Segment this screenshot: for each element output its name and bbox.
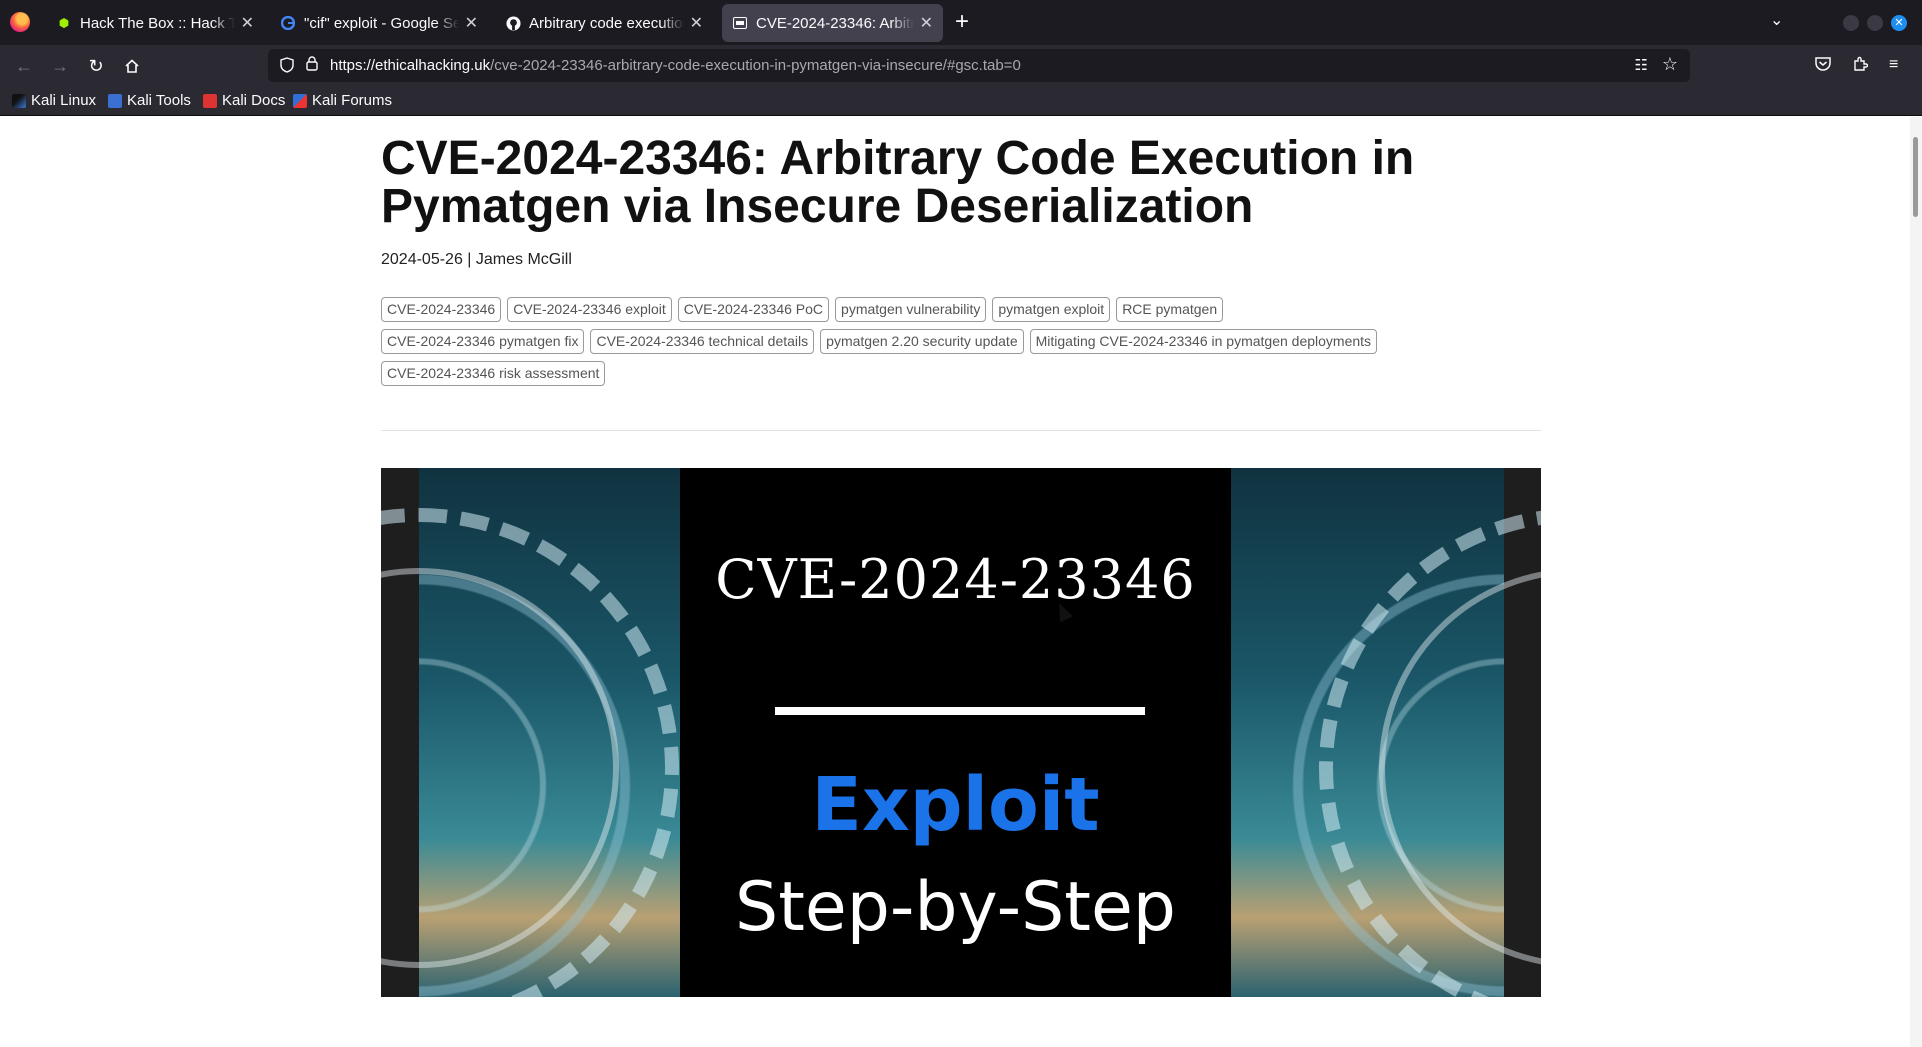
- section-divider: [381, 430, 1541, 431]
- tag-link[interactable]: CVE-2024-23346 risk assessment: [381, 361, 606, 386]
- firefox-menu-icon[interactable]: [10, 12, 30, 32]
- kali-linux-icon: [12, 93, 26, 108]
- minimize-window-icon[interactable]: [1843, 15, 1859, 31]
- tag-link[interactable]: CVE-2024-23346 PoC: [677, 297, 830, 322]
- google-icon: [280, 15, 296, 31]
- tag-link[interactable]: pymatgen vulnerability: [835, 297, 987, 322]
- extensions-icon[interactable]: [1852, 56, 1869, 77]
- tag-link[interactable]: CVE-2024-23346 exploit: [507, 297, 672, 322]
- tab-title: Hack The Box :: Hack The Box: [80, 14, 235, 32]
- close-tab-icon[interactable]: ✕: [465, 13, 478, 33]
- tab-title: "cif" exploit - Google Search: [304, 14, 459, 32]
- tag-link[interactable]: Mitigating CVE-2024-23346 in pymatgen de…: [1029, 329, 1378, 354]
- tag-link[interactable]: RCE pymatgen: [1116, 297, 1224, 322]
- bookmark-label: Kali Linux: [31, 92, 97, 109]
- new-tab-icon[interactable]: +: [955, 10, 969, 34]
- reload-icon[interactable]: ↻: [85, 55, 107, 77]
- tab-title: CVE-2024-23346: Arbitrary Code Execution: [756, 14, 914, 32]
- navigation-toolbar: ← → ↻ https://ethicalhacking.uk/cve-2024…: [0, 45, 1922, 86]
- page-scrollbar[interactable]: [1910, 117, 1922, 1047]
- hero-cve-text: CVE-2024-23346: [715, 548, 1196, 611]
- article-meta: 2024-05-26 | James McGill: [381, 251, 572, 268]
- bookmark-kali-forums[interactable]: Kali Forums: [293, 92, 392, 109]
- url-host: https://ethicalhacking.uk: [330, 57, 491, 74]
- url-path: /cve-2024-23346-arbitrary-code-execution…: [490, 57, 1021, 74]
- close-tab-icon[interactable]: ✕: [241, 13, 254, 33]
- kali-docs-icon: [203, 93, 217, 108]
- pocket-icon[interactable]: [1815, 56, 1831, 76]
- hero-text-panel: CVE-2024-23346 Exploit Step-by-Step: [680, 468, 1231, 997]
- tab-bar: ⬢ Hack The Box :: Hack The Box ✕ "cif" e…: [0, 0, 1922, 45]
- scrollbar-thumb[interactable]: [1913, 137, 1918, 217]
- bookmarks-toolbar: Kali Linux Kali Tools Kali Docs Kali For…: [0, 86, 1922, 116]
- hero-exploit-text: Exploit: [811, 762, 1100, 848]
- home-icon[interactable]: [121, 55, 143, 77]
- url-text[interactable]: https://ethicalhacking.uk/cve-2024-23346…: [330, 57, 1021, 74]
- close-tab-icon[interactable]: ✕: [920, 13, 933, 33]
- article: CVE-2024-23346: Arbitrary Code Execution…: [381, 117, 1541, 431]
- bookmark-label: Kali Tools: [127, 92, 191, 109]
- list-all-tabs-icon[interactable]: ⌄: [1770, 10, 1783, 30]
- tab-cve-article[interactable]: CVE-2024-23346: Arbitrary Code Execution…: [722, 4, 943, 42]
- tab-title: Arbitrary code execution via JonesFaithf…: [529, 14, 684, 32]
- bookmark-kali-docs[interactable]: Kali Docs: [203, 92, 285, 109]
- app-menu-icon[interactable]: ≡: [1889, 56, 1898, 74]
- close-tab-icon[interactable]: ✕: [690, 13, 703, 33]
- bookmark-star-icon[interactable]: ☆: [1662, 54, 1678, 75]
- tag-link[interactable]: CVE-2024-23346 technical details: [590, 329, 815, 354]
- bookmark-label: Kali Forums: [312, 92, 393, 109]
- tag-link[interactable]: CVE-2024-23346: [381, 297, 502, 322]
- tag-link[interactable]: pymatgen exploit: [992, 297, 1111, 322]
- tag-link[interactable]: pymatgen 2.20 security update: [820, 329, 1024, 354]
- hero-image: CVE-2024-23346 Exploit Step-by-Step: [381, 468, 1541, 997]
- github-icon: [505, 15, 521, 31]
- reader-view-icon[interactable]: ☷: [1635, 56, 1648, 74]
- tab-hackthebox[interactable]: ⬢ Hack The Box :: Hack The Box ✕: [46, 4, 264, 42]
- tab-github[interactable]: Arbitrary code execution via JonesFaithf…: [495, 4, 713, 42]
- bookmark-kali-tools[interactable]: Kali Tools: [108, 92, 191, 109]
- tag-list: CVE-2024-23346 CVE-2024-23346 exploit CV…: [381, 297, 1381, 386]
- hackthebox-icon: ⬢: [58, 16, 70, 30]
- page-viewport: CVE-2024-23346: Arbitrary Code Execution…: [0, 117, 1922, 1047]
- bookmark-label: Kali Docs: [222, 92, 286, 109]
- close-window-icon[interactable]: ✕: [1891, 15, 1907, 31]
- hero-step-text: Step-by-Step: [735, 868, 1176, 947]
- address-bar[interactable]: https://ethicalhacking.uk/cve-2024-23346…: [268, 49, 1690, 82]
- site-icon: [732, 15, 748, 31]
- tag-link[interactable]: CVE-2024-23346 pymatgen fix: [381, 329, 585, 354]
- hero-rule: [775, 707, 1145, 715]
- tab-google-search[interactable]: "cif" exploit - Google Search ✕: [270, 4, 488, 42]
- bookmark-kali-linux[interactable]: Kali Linux: [12, 92, 96, 109]
- kali-tools-icon: [108, 93, 122, 108]
- kali-forums-icon: [293, 93, 307, 108]
- back-icon[interactable]: ←: [13, 55, 35, 77]
- forward-icon[interactable]: →: [49, 55, 71, 77]
- maximize-window-icon[interactable]: [1867, 15, 1883, 31]
- lock-icon[interactable]: [306, 56, 318, 74]
- tracking-protection-shield-icon[interactable]: [280, 57, 296, 74]
- page-title: CVE-2024-23346: Arbitrary Code Execution…: [381, 132, 1415, 233]
